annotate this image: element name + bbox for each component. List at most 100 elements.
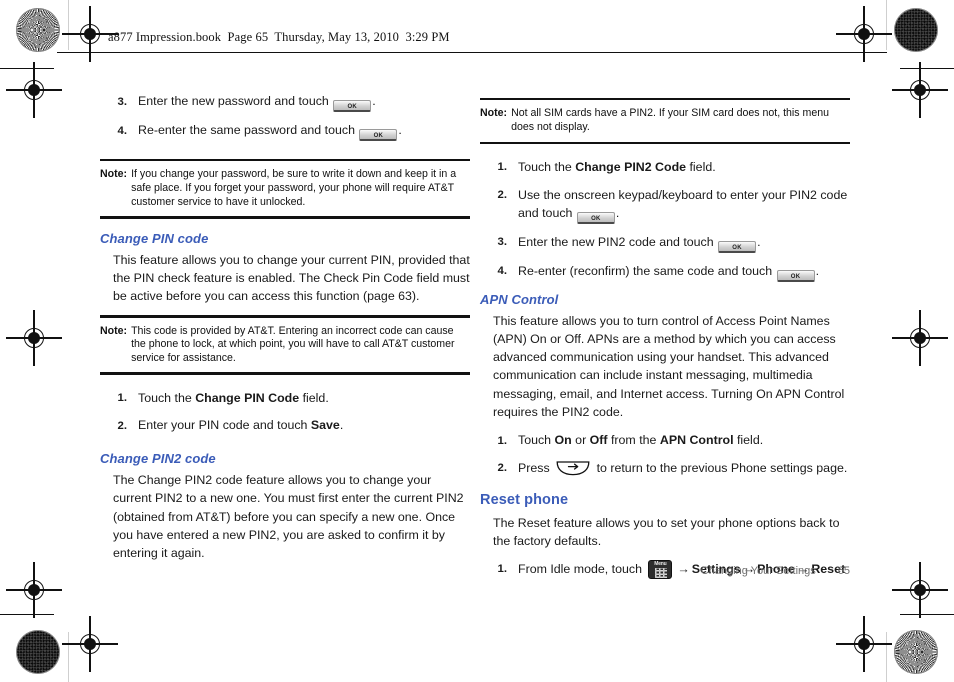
step-text: Use the onscreen keypad/keyboard to ente…: [518, 186, 850, 224]
step-text-pre: Touch the: [138, 390, 196, 405]
step-text: Enter the new PIN2 code and touch OK.: [518, 233, 850, 253]
body-reset-phone: The Reset feature allows you to set your…: [493, 515, 840, 548]
header-rule: [57, 52, 887, 53]
trim-line-left-bottom: [68, 632, 70, 682]
step-text-pre: Enter the new PIN2 code and touch: [518, 234, 718, 249]
step-number: 4.: [117, 124, 128, 137]
step-text-post: .: [339, 418, 344, 433]
footer-section-title: Changing Your Settings: [700, 565, 816, 577]
note-rule-top: [100, 315, 470, 318]
right-column: Note: Not all SIM cards have a PIN2. If …: [480, 98, 850, 588]
step-text-p4: field.: [733, 433, 764, 448]
step-text-before: Enter the new password and touch: [138, 94, 333, 108]
step-text-after: .: [398, 123, 402, 137]
trim-line-bottom-right: [900, 614, 954, 616]
back-key-icon[interactable]: [555, 461, 591, 476]
registration-mark-icon-lower-right: [892, 562, 948, 618]
step-text-after: .: [372, 94, 376, 108]
step-number: 3.: [497, 236, 508, 249]
step-text-bold: Save: [310, 418, 340, 433]
registration-mark-icon-mid-right: [892, 310, 948, 366]
note-block-password: Note: If you change your password, be su…: [100, 159, 470, 219]
step-text-p3: from the: [607, 433, 660, 448]
footer-page-number: 65: [837, 565, 850, 577]
step-item: 1. Touch the Change PIN2 Code field.: [480, 158, 850, 177]
book-header-text: a877 Impression.book Page 65 Thursday, M…: [108, 30, 450, 44]
note-rule-bottom: [100, 372, 470, 375]
heading-apn-control: APN Control: [480, 291, 559, 307]
ok-button-icon[interactable]: OK: [333, 100, 372, 112]
color-target-icon-top-right: [894, 8, 938, 52]
step-text-bold-off: Off: [589, 433, 608, 448]
registration-mark-icon-upper-left: [6, 62, 62, 118]
step-text-bold: Change PIN Code: [195, 390, 300, 405]
note-text: This code is provided by AT&T. Entering …: [131, 324, 455, 364]
step-item: 3. Enter the new password and touch OK.: [100, 92, 470, 112]
step-number: 2.: [497, 462, 508, 475]
heading-reset-phone: Reset phone: [480, 491, 569, 508]
step-text: Touch On or Off from the APN Control fie…: [518, 431, 850, 450]
note-rule-top: [100, 159, 470, 162]
heading-change-pin-code: Change PIN code: [100, 230, 209, 246]
trim-line-top-right: [900, 68, 954, 70]
note-label: Note:: [100, 324, 128, 337]
ok-button-icon[interactable]: OK: [776, 269, 815, 282]
step-text-post: field.: [299, 390, 329, 405]
ok-button-icon[interactable]: OK: [359, 129, 398, 141]
menu-key-icon[interactable]: Menu: [648, 559, 673, 579]
note-block-pin2: Note: Not all SIM cards have a PIN2. If …: [480, 98, 850, 144]
note-rule-top: [480, 98, 850, 101]
trim-line-top-left: [0, 68, 54, 70]
step-text-post: .: [757, 234, 761, 249]
step-text-post: field.: [686, 159, 716, 174]
step-item: 4. Re-enter the same password and touch …: [100, 121, 470, 141]
registration-mark-icon-upper-right: [892, 62, 948, 118]
body-change-pin-code: This feature allows you to change your c…: [113, 252, 470, 303]
step-text-pre: Enter your PIN code and touch: [138, 418, 311, 433]
step-number: 3.: [117, 95, 128, 108]
step-number: 1.: [117, 392, 128, 405]
arrow-icon-1: →: [677, 561, 690, 576]
color-target-icon-bottom-right: [894, 630, 938, 674]
note-text: Not all SIM cards have a PIN2. If your S…: [511, 107, 830, 133]
step-text: Re-enter (reconfirm) the same code and t…: [518, 262, 850, 282]
page-footer: Changing Your Settings 65: [701, 565, 850, 577]
step-text: Press to return to the previous Phone se…: [518, 459, 850, 478]
step-number: 2.: [117, 419, 128, 432]
note-rule-bottom: [480, 141, 850, 144]
step-item: 2. Use the onscreen keypad/keyboard to e…: [480, 186, 850, 224]
step-number: 2.: [497, 189, 508, 202]
left-column: 3. Enter the new password and touch OK. …: [100, 92, 470, 572]
menu-grid-icon: [655, 568, 668, 578]
note-label: Note:: [100, 168, 128, 181]
step-item: 2. Press to return to the previous Phone…: [480, 459, 850, 478]
step-item: 1. Touch the Change PIN Code field.: [100, 389, 470, 408]
menu-key-label: Menu: [654, 560, 667, 567]
step-text: Enter your PIN code and touch Save.: [138, 416, 470, 435]
step-text-post: .: [615, 205, 620, 220]
step-text-bold-on: On: [554, 433, 572, 448]
step-item: 3. Enter the new PIN2 code and touch OK.: [480, 233, 850, 253]
step-text-pre: Use the onscreen keypad/keyboard to ente…: [518, 187, 848, 220]
body-apn-control: This feature allows you to turn control …: [493, 313, 845, 419]
step-number: 1.: [497, 434, 508, 447]
note-text: If you change your password, be sure to …: [131, 168, 457, 208]
heading-change-pin2-code: Change PIN2 code: [100, 451, 216, 467]
step-text-pre: Re-enter (reconfirm) the same code and t…: [518, 263, 776, 278]
step-text: Re-enter the same password and touch OK.: [138, 121, 470, 141]
step-number: 1.: [497, 563, 508, 576]
trim-line-left-top: [68, 0, 70, 50]
step-text: Touch the Change PIN2 Code field.: [518, 158, 850, 177]
step-text-pre: From Idle mode, touch: [518, 561, 646, 576]
note-rule-bottom: [100, 216, 470, 219]
trim-line-right-top: [886, 0, 888, 50]
ok-button-icon[interactable]: OK: [718, 240, 757, 253]
step-item: 1. Touch On or Off from the APN Control …: [480, 431, 850, 450]
step-number: 1.: [497, 161, 508, 174]
registration-mark-icon-bottom-right: [836, 616, 892, 672]
color-target-icon-top-left: [16, 8, 60, 52]
step-number: 4.: [497, 265, 508, 278]
body-change-pin2-code: The Change PIN2 code feature allows you …: [113, 473, 464, 560]
registration-mark-icon-bottom-left: [62, 616, 118, 672]
ok-button-icon[interactable]: OK: [576, 211, 615, 224]
